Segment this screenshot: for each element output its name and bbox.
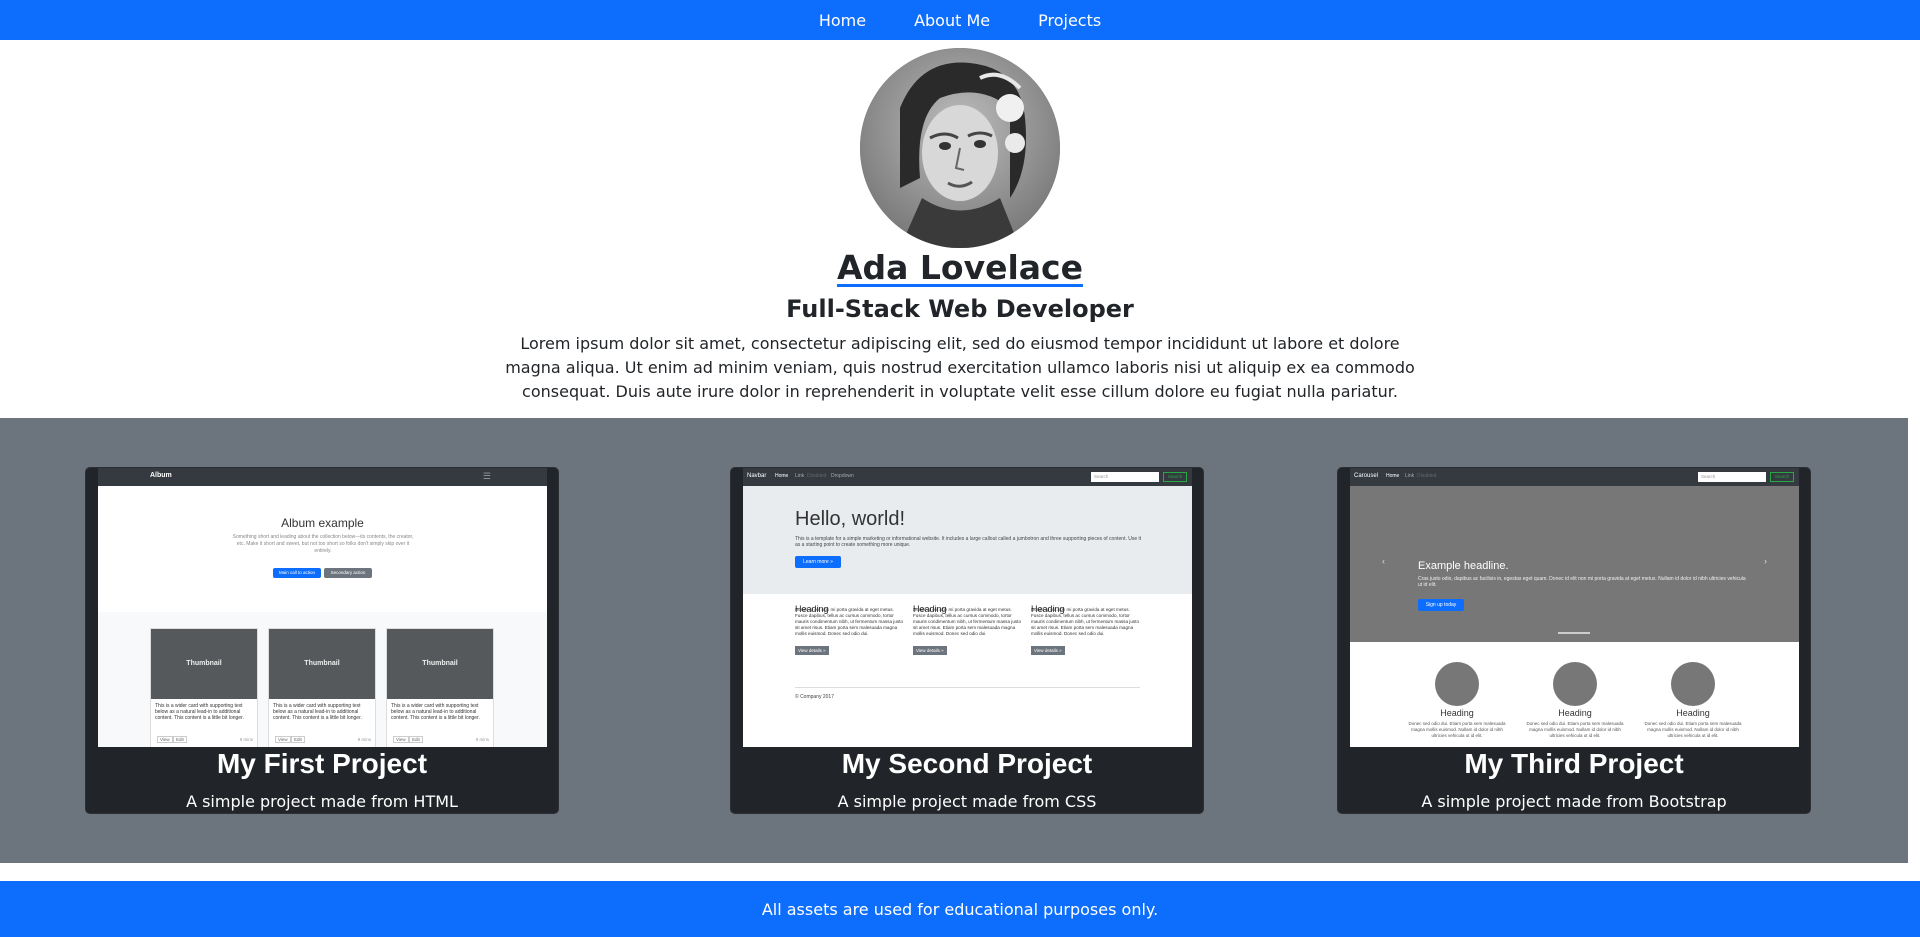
hero-role: Full-Stack Web Developer <box>786 295 1134 323</box>
project-description-3: A simple project made from Bootstrap <box>1421 792 1727 811</box>
mini-card: Thumbnail This is a wider card with supp… <box>150 628 258 747</box>
project-screenshot-2: Navbar Home Link Disabled Dropdown Searc… <box>743 468 1192 747</box>
page-footer: All assets are used for educational purp… <box>0 881 1920 937</box>
nav-link-projects[interactable]: Projects <box>1038 11 1101 30</box>
mini-navbar: Album ☰ <box>98 468 547 486</box>
hamburger-icon: ☰ <box>482 471 491 481</box>
hero-name: Ada Lovelace <box>836 248 1084 287</box>
mini-next-icon: › <box>1764 556 1767 566</box>
project-title-1: My First Project <box>216 748 428 779</box>
mini-secondary-button: Secondary action <box>324 568 372 578</box>
mini-navbar: Navbar Home Link Disabled Dropdown Searc… <box>743 468 1192 486</box>
top-navbar: Home About Me Projects <box>0 0 1920 40</box>
project-screenshot-3: Carousel Home Link Disabled Search Searc… <box>1350 468 1799 747</box>
project-title-3: My Third Project <box>1464 748 1684 779</box>
project-screenshot-1: Album ☰ Album example Something short an… <box>98 468 547 747</box>
profile-avatar <box>860 48 1060 248</box>
mini-lead: Something short and leading about the co… <box>232 534 414 554</box>
mini-album: Thumbnail This is a wider card with supp… <box>98 612 547 747</box>
mini-card: Thumbnail This is a wider card with supp… <box>386 628 494 747</box>
nav-link-about-me[interactable]: About Me <box>914 11 990 30</box>
footer-text: All assets are used for educational purp… <box>761 899 1159 919</box>
mini-navbar: Carousel Home Link Disabled Search Searc… <box>1350 468 1799 486</box>
hero-bio: Lorem ipsum dolor sit amet, consectetur … <box>505 334 1415 401</box>
mini-columns: Heading Donec id elit non mi porta gravi… <box>743 594 1192 747</box>
mini-brand: Album <box>150 472 172 479</box>
mini-heading: Album example <box>281 516 364 530</box>
project-description-1: A simple project made from HTML <box>186 792 458 811</box>
mini-jumbotron: Album example Something short and leadin… <box>98 486 547 612</box>
project-card-3[interactable]: Carousel Home Link Disabled Search Searc… <box>1337 467 1811 814</box>
mini-carousel: ‹ › Example headline. Cras justo odio, d… <box>1350 486 1799 642</box>
mini-primary-button: Main call to action <box>273 568 321 578</box>
nav-link-home[interactable]: Home <box>819 11 866 30</box>
project-card-2[interactable]: Navbar Home Link Disabled Dropdown Searc… <box>730 467 1204 814</box>
mini-features: Heading Heading Heading Donec sed odio d… <box>1350 642 1799 747</box>
project-title-2: My Second Project <box>841 748 1093 779</box>
hero-section: Ada Lovelace Full-Stack Web Developer Lo… <box>0 40 1920 418</box>
mini-jumbotron: Hello, world! This is a template for a s… <box>743 486 1192 594</box>
mini-card: Thumbnail This is a wider card with supp… <box>268 628 376 747</box>
mini-prev-icon: ‹ <box>1382 556 1385 566</box>
mini-carousel-indicators <box>1558 632 1590 634</box>
portrait-image <box>860 48 1060 248</box>
project-description-2: A simple project made from CSS <box>837 792 1097 811</box>
project-card-1[interactable]: Album ☰ Album example Something short an… <box>85 467 559 814</box>
projects-section: Album ☰ Album example Something short an… <box>0 418 1908 863</box>
